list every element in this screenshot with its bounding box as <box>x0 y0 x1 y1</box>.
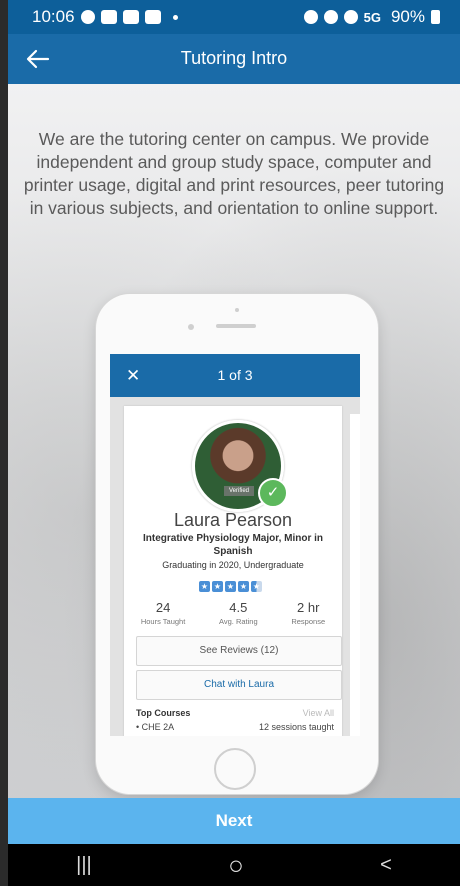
battery-icon <box>431 10 440 24</box>
next-button[interactable]: Next <box>8 798 460 844</box>
stat-value: 2 hr <box>297 600 320 615</box>
tutor-major: Integrative Physiology Major, Minor in S… <box>142 533 324 557</box>
content-area: We are the tutoring center on campus. We… <box>8 84 460 798</box>
course-name: • CHE 2A <box>136 722 175 732</box>
back-nav-button[interactable]: < <box>380 854 392 877</box>
intro-text: We are the tutoring center on campus. We… <box>23 129 445 218</box>
tutor-name: Laura Pearson <box>173 510 293 530</box>
mockup-header: ✕ 1 of 3 <box>110 354 360 397</box>
phone-sensor <box>235 308 239 312</box>
alarm-icon <box>303 10 318 24</box>
screen: 10:06 5G 90% Tutoring Intro We are the t… <box>8 0 460 886</box>
list-item: • CHE 2A 12 sessions taught <box>136 722 334 732</box>
star-icon: ★ <box>238 581 249 592</box>
stat-label: Hours Taught <box>140 617 186 626</box>
tutor-stats: 24 Hours Taught 4.5 Avg. Rating 2 hr Res… <box>124 600 342 626</box>
system-nav-bar: ||| ○ < <box>8 844 460 886</box>
tutor-card: Verified ✓ Laura Pearson Integrative Phy… <box>124 406 342 736</box>
app-bar: Tutoring Intro <box>8 34 460 84</box>
notification-icon <box>100 10 117 24</box>
notification-icon <box>80 10 95 24</box>
status-time: 10:06 <box>32 7 75 26</box>
phone-camera <box>188 324 194 330</box>
see-reviews-button: See Reviews (12) <box>136 636 342 666</box>
phone-mockup: ✕ 1 of 3 Verified ✓ Laura Pearson Integr… <box>96 294 378 794</box>
battery-percent: 90% <box>390 7 425 26</box>
network-label: 5G <box>363 9 381 25</box>
stat-rating: 4.5 Avg. Rating <box>219 600 258 626</box>
next-card-peek <box>350 414 360 736</box>
rating-stars: ★ ★ ★ ★ ★ <box>199 581 262 592</box>
status-bar: 10:06 5G 90% <box>8 0 460 34</box>
half-star-icon: ★ <box>251 581 262 592</box>
stat-label: Avg. Rating <box>219 617 258 626</box>
stat-value: 4.5 <box>229 600 248 615</box>
stat-value: 24 <box>155 600 171 615</box>
chat-button: Chat with Laura <box>136 670 342 700</box>
home-button[interactable]: ○ <box>228 850 244 881</box>
top-courses: Top Courses View All • CHE 2A 12 session… <box>136 708 334 732</box>
pager-label: 1 of 3 <box>217 367 253 383</box>
wifi-icon <box>343 10 358 24</box>
phone-home-button <box>214 748 256 790</box>
verified-tag: Verified <box>224 486 254 496</box>
phone-speaker <box>216 324 256 328</box>
stat-response: 2 hr Response <box>291 600 325 626</box>
view-all-link: View All <box>302 708 334 718</box>
star-icon: ★ <box>199 581 210 592</box>
tutor-graduating: Graduating in 2020, Undergraduate <box>162 560 304 570</box>
star-icon: ★ <box>225 581 236 592</box>
top-courses-label: Top Courses <box>136 708 191 718</box>
page-title: Tutoring Intro <box>180 48 288 68</box>
verified-check-icon: ✓ <box>258 478 288 508</box>
recents-button[interactable]: ||| <box>76 854 92 877</box>
notification-icon <box>122 10 139 24</box>
star-icon: ★ <box>212 581 223 592</box>
stat-hours: 24 Hours Taught <box>141 600 185 626</box>
more-notifications-icon <box>172 14 178 20</box>
course-sessions: 12 sessions taught <box>258 722 334 732</box>
bluetooth-icon <box>323 10 338 24</box>
mockup-screen: ✕ 1 of 3 Verified ✓ Laura Pearson Integr… <box>110 354 360 736</box>
stat-label: Response <box>291 617 326 626</box>
notification-icon <box>144 10 161 24</box>
